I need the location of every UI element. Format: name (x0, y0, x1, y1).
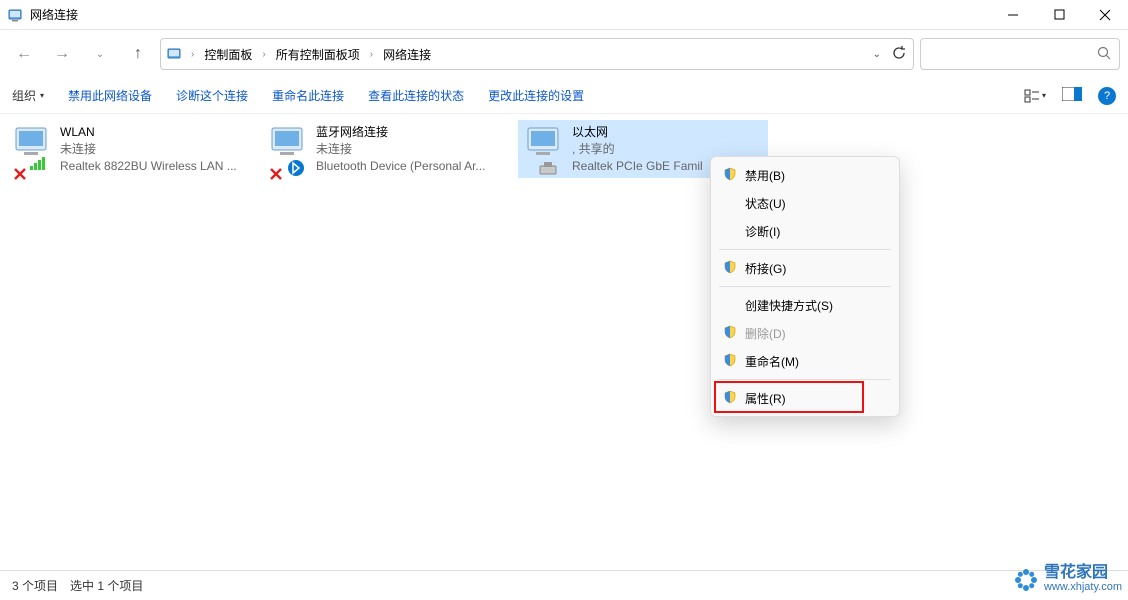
context-menu-item-label: 桥接(G) (745, 260, 786, 277)
connection-name: 以太网 (572, 124, 703, 140)
refresh-button[interactable] (891, 45, 907, 64)
breadcrumb-item[interactable]: 网络连接 (381, 44, 433, 65)
breadcrumb-item[interactable]: 控制面板 (202, 44, 254, 65)
context-menu-item-label: 禁用(B) (745, 167, 785, 184)
context-menu-item-label: 删除(D) (745, 325, 786, 342)
status-count: 3 个项目 (12, 577, 58, 594)
app-icon (8, 7, 24, 23)
content-area: WLAN 未连接 Realtek 8822BU Wireless LAN ...… (0, 114, 1128, 568)
context-menu-item[interactable]: 诊断(I) (711, 217, 899, 245)
connection-status: , 共享的 (572, 141, 703, 157)
wifi-adapter-icon (10, 124, 54, 174)
bluetooth-adapter-icon (266, 124, 310, 174)
tool-disable[interactable]: 禁用此网络设备 (68, 87, 152, 104)
context-menu-item-label: 诊断(I) (745, 223, 780, 240)
status-selected: 选中 1 个项目 (70, 577, 143, 594)
shield-icon (723, 325, 737, 342)
context-menu-item-label: 重命名(M) (745, 353, 799, 370)
back-button[interactable]: ← (8, 38, 40, 70)
context-menu-separator (719, 379, 891, 380)
preview-pane-button[interactable] (1062, 87, 1082, 104)
connection-name: WLAN (60, 124, 237, 140)
shield-icon (723, 390, 737, 407)
watermark-name: 雪花家园 (1044, 566, 1122, 580)
minimize-button[interactable] (990, 0, 1036, 29)
watermark: 雪花家园 www.xhjaty.com (1014, 566, 1122, 594)
tool-status[interactable]: 查看此连接的状态 (368, 87, 464, 104)
organize-menu[interactable]: 组织 ▾ (12, 87, 44, 104)
help-button[interactable]: ? (1098, 87, 1116, 105)
chevron-right-icon[interactable]: › (187, 49, 198, 60)
context-menu-item[interactable]: 创建快捷方式(S) (711, 291, 899, 319)
context-menu-item[interactable]: 重命名(M) (711, 347, 899, 375)
up-button[interactable]: ↑ (122, 38, 154, 70)
connection-status: 未连接 (316, 141, 485, 157)
context-menu-item[interactable]: 禁用(B) (711, 161, 899, 189)
organize-label: 组织 (12, 87, 36, 104)
context-menu-item-label: 状态(U) (745, 195, 786, 212)
navbar: ← → ⌄ ↑ › 控制面板 › 所有控制面板项 › 网络连接 ⌄ (0, 30, 1128, 78)
tool-diagnose[interactable]: 诊断这个连接 (176, 87, 248, 104)
context-menu-item-label: 属性(R) (745, 390, 786, 407)
breadcrumb[interactable]: › 控制面板 › 所有控制面板项 › 网络连接 ⌄ (160, 38, 914, 70)
context-menu: 禁用(B) 状态(U) 诊断(I) 桥接(G) 创建快捷方式(S) 删除(D) 重命名(M)… (710, 156, 900, 417)
chevron-down-icon: ▾ (1042, 91, 1046, 100)
search-icon (1097, 46, 1111, 63)
connection-status: 未连接 (60, 141, 237, 157)
shield-icon (723, 260, 737, 277)
connection-name: 蓝牙网络连接 (316, 124, 485, 140)
shield-icon (723, 167, 737, 184)
context-menu-separator (719, 249, 891, 250)
context-menu-separator (719, 286, 891, 287)
connection-adapter: Realtek 8822BU Wireless LAN ... (60, 158, 237, 174)
breadcrumb-dropdown-icon[interactable]: ⌄ (873, 49, 881, 60)
forward-button[interactable]: → (46, 38, 78, 70)
context-menu-item[interactable]: 状态(U) (711, 189, 899, 217)
connection-item-wlan[interactable]: WLAN 未连接 Realtek 8822BU Wireless LAN ... (6, 120, 256, 178)
view-mode-button[interactable]: ▾ (1024, 88, 1046, 104)
connection-item-bluetooth[interactable]: 蓝牙网络连接 未连接 Bluetooth Device (Personal Ar… (262, 120, 512, 178)
tool-rename[interactable]: 重命名此连接 (272, 87, 344, 104)
shield-icon (723, 353, 737, 370)
maximize-button[interactable] (1036, 0, 1082, 29)
snowflake-icon (1014, 568, 1038, 592)
connection-adapter: Realtek PCIe GbE Famil (572, 158, 703, 174)
chevron-right-icon[interactable]: › (366, 49, 377, 60)
chevron-down-icon: ▾ (40, 91, 44, 100)
toolbar: 组织 ▾ 禁用此网络设备 诊断这个连接 重命名此连接 查看此连接的状态 更改此连… (0, 78, 1128, 114)
tool-settings[interactable]: 更改此连接的设置 (488, 87, 584, 104)
watermark-url: www.xhjaty.com (1044, 580, 1122, 594)
window-title: 网络连接 (30, 6, 78, 23)
window-controls (990, 0, 1128, 29)
recent-drop-icon[interactable]: ⌄ (84, 38, 116, 70)
chevron-right-icon[interactable]: › (258, 49, 269, 60)
close-button[interactable] (1082, 0, 1128, 29)
context-menu-item: 删除(D) (711, 319, 899, 347)
context-menu-item[interactable]: 桥接(G) (711, 254, 899, 282)
context-menu-item-label: 创建快捷方式(S) (745, 297, 833, 314)
context-menu-item[interactable]: 属性(R) (711, 384, 899, 412)
connection-adapter: Bluetooth Device (Personal Ar... (316, 158, 485, 174)
search-input[interactable] (920, 38, 1120, 70)
breadcrumb-icon (167, 46, 183, 62)
statusbar: 3 个项目 选中 1 个项目 (0, 570, 1128, 600)
breadcrumb-item[interactable]: 所有控制面板项 (274, 44, 362, 65)
ethernet-adapter-icon (522, 124, 566, 174)
titlebar: 网络连接 (0, 0, 1128, 30)
